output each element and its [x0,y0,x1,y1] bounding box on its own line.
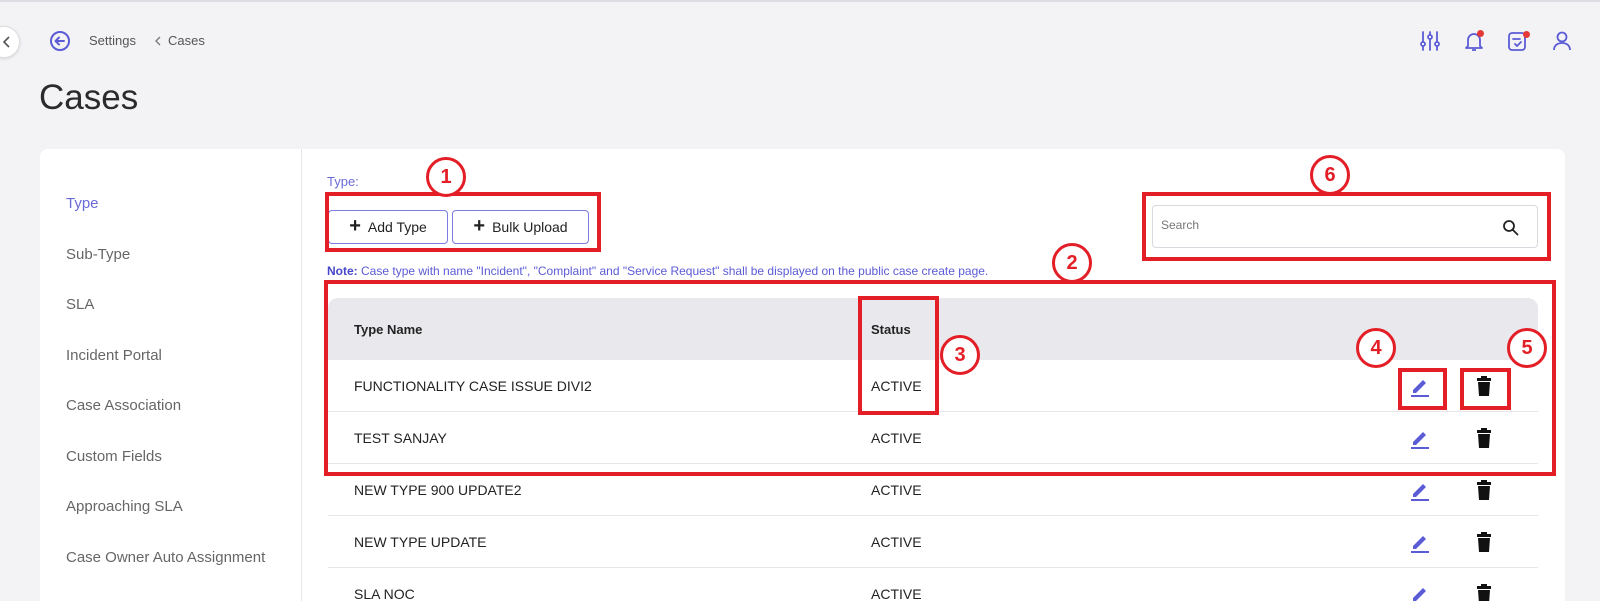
type-section-label: Type: [327,174,359,189]
breadcrumb-cases: Cases [168,33,205,48]
sidebar-item-sla[interactable]: SLA [66,296,94,313]
header-icons [1418,29,1574,53]
type-name-cell: NEW TYPE UPDATE [354,534,487,550]
annotation-number-1: 1 [426,157,466,197]
annotation-box-5 [1460,368,1511,410]
sidebar-item-sub-type[interactable]: Sub-Type [66,246,130,263]
back-arrow-icon[interactable] [49,30,71,52]
sidebar-item-case-association[interactable]: Case Association [66,397,181,414]
sidebar-item-custom-fields[interactable]: Custom Fields [66,448,162,465]
note-prefix: Note: [327,264,358,278]
table-row: NEW TYPE UPDATE ACTIVE [328,516,1538,568]
filter-sliders-icon[interactable] [1418,29,1442,53]
settings-sidebar: Type Sub-Type SLA Incident Portal Case A… [40,149,302,601]
status-cell: ACTIVE [871,482,922,498]
annotation-box-2 [324,280,1556,476]
annotation-number-4: 4 [1356,328,1396,368]
sidebar-item-case-owner-auto-assignment[interactable]: Case Owner Auto Assignment [66,549,265,566]
sidebar-item-incident-portal[interactable]: Incident Portal [66,347,162,364]
tasks-button[interactable] [1506,29,1530,53]
page-title: Cases [39,78,139,117]
type-name-cell: SLA NOC [354,586,415,601]
status-cell: ACTIVE [871,534,922,550]
annotation-box-1 [325,192,601,252]
annotation-number-3: 3 [940,335,980,375]
annotation-box-4 [1398,368,1447,410]
trash-icon[interactable] [1474,583,1494,601]
annotation-box-3 [858,296,939,415]
sidebar-collapse-button[interactable] [0,26,20,58]
annotation-number-2: 2 [1052,243,1092,283]
trash-icon[interactable] [1474,479,1494,501]
table-row: SLA NOC ACTIVE [328,568,1538,601]
note-text: Note: Case type with name "Incident", "C… [327,264,988,278]
notification-dot [1477,30,1484,37]
annotation-number-5: 5 [1507,328,1547,368]
type-name-cell: NEW TYPE 900 UPDATE2 [354,482,522,498]
sidebar-item-type[interactable]: Type [66,195,99,212]
annotation-number-6: 6 [1310,155,1350,195]
edit-icon[interactable] [1408,478,1432,502]
user-icon[interactable] [1550,29,1574,53]
edit-icon[interactable] [1408,582,1432,601]
annotation-box-6 [1142,192,1551,261]
edit-icon[interactable] [1408,530,1432,554]
chevron-left-icon [2,36,10,48]
top-divider [0,0,1600,2]
status-cell: ACTIVE [871,586,922,601]
notifications-button[interactable] [1462,29,1486,53]
note-body: Case type with name "Incident", "Complai… [357,264,989,278]
sidebar-item-approaching-sla[interactable]: Approaching SLA [66,498,183,515]
breadcrumb-chevron-icon [155,36,161,46]
breadcrumb-settings[interactable]: Settings [89,33,136,48]
tasks-dot [1523,31,1530,38]
trash-icon[interactable] [1474,531,1494,553]
